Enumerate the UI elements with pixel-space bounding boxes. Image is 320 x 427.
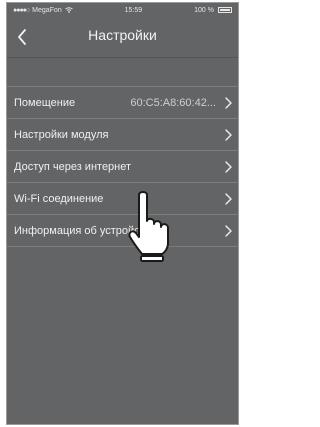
battery-percent: 100 % bbox=[194, 6, 214, 14]
row-label: Настройки модуля bbox=[14, 128, 109, 141]
signal-icon: ●●●●○ bbox=[13, 6, 30, 14]
carrier-name: MegaFon bbox=[32, 6, 62, 14]
status-bar: ●●●●○ MegaFon 15:59 100 % bbox=[7, 3, 238, 17]
settings-list: Помещение 60:C5:A8:60:42... Настройки мо… bbox=[7, 86, 238, 247]
status-right: 100 % bbox=[194, 7, 232, 14]
status-left: ●●●●○ MegaFon bbox=[13, 7, 73, 14]
settings-row-room[interactable]: Помещение 60:C5:A8:60:42... bbox=[7, 87, 238, 119]
row-label: Доступ через интернет bbox=[14, 160, 132, 173]
chevron-right-icon bbox=[225, 225, 232, 237]
chevron-left-icon bbox=[18, 29, 26, 45]
battery-icon bbox=[217, 7, 232, 13]
phone-screen: ●●●●○ MegaFon 15:59 100 % Настройки Поме… bbox=[6, 2, 239, 425]
back-button[interactable] bbox=[11, 25, 33, 49]
chevron-right-icon bbox=[225, 193, 232, 205]
settings-row-internet[interactable]: Доступ через интернет bbox=[7, 151, 238, 183]
row-label: Wi-Fi соединение bbox=[14, 192, 104, 205]
wifi-icon bbox=[64, 7, 73, 13]
chevron-right-icon bbox=[225, 97, 232, 109]
chevron-right-icon bbox=[225, 129, 232, 141]
chevron-right-icon bbox=[225, 161, 232, 173]
settings-row-device-info[interactable]: Информация об устройстве bbox=[7, 215, 238, 247]
page-title: Настройки bbox=[88, 27, 157, 43]
status-time: 15:59 bbox=[124, 6, 143, 14]
hand-pointer-icon bbox=[128, 191, 169, 262]
row-value: 60:C5:A8:60:42... bbox=[130, 96, 216, 109]
settings-row-module[interactable]: Настройки модуля bbox=[7, 119, 238, 151]
nav-bar: Настройки bbox=[7, 17, 238, 58]
settings-row-wifi[interactable]: Wi-Fi соединение bbox=[7, 183, 238, 215]
row-label: Помещение bbox=[14, 96, 76, 109]
